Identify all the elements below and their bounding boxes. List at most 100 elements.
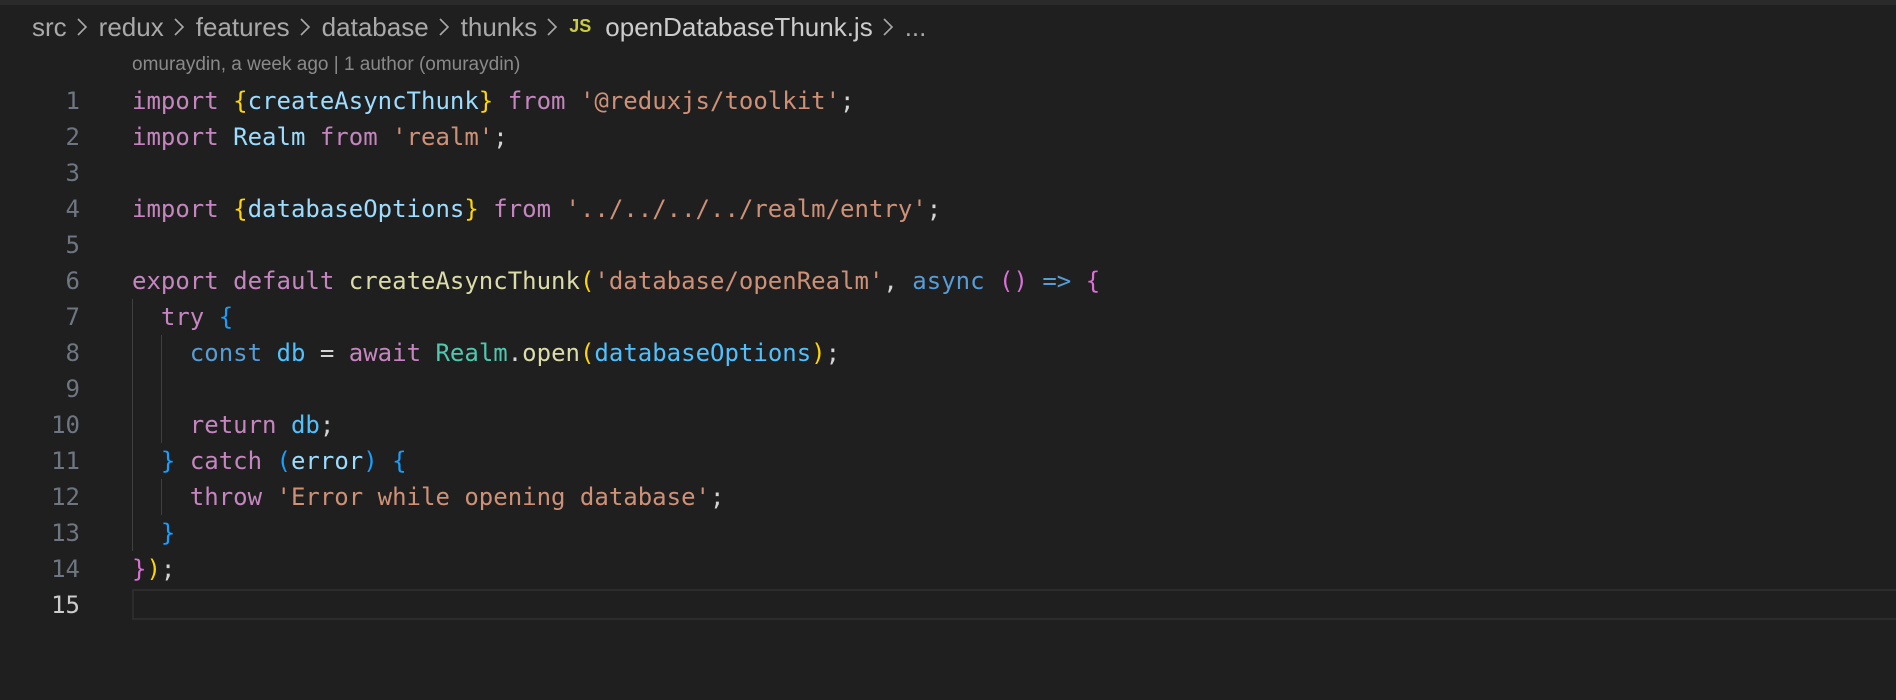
line-number[interactable]: 15 bbox=[0, 587, 80, 623]
breadcrumb: src redux features database thunks JS op… bbox=[32, 8, 926, 46]
line-number[interactable]: 4 bbox=[0, 191, 80, 227]
line-number[interactable]: 9 bbox=[0, 371, 80, 407]
editor-top-border bbox=[0, 0, 1896, 5]
code-token: createAsyncThunk bbox=[247, 87, 479, 115]
line-number[interactable]: 6 bbox=[0, 263, 80, 299]
code-token: await bbox=[348, 339, 422, 367]
code-line[interactable]: 11 } catch (error) { bbox=[0, 443, 1896, 479]
code-token: db bbox=[276, 339, 306, 367]
line-number[interactable]: 14 bbox=[0, 551, 80, 587]
code-line[interactable]: 12 throw 'Error while opening database'; bbox=[0, 479, 1896, 515]
code-line[interactable]: 3 bbox=[0, 155, 1896, 191]
code-token: = bbox=[305, 339, 349, 367]
code-line-content[interactable]: } catch (error) { bbox=[132, 443, 407, 479]
code-token: ) bbox=[363, 447, 378, 475]
code-line-content[interactable]: import {createAsyncThunk} from '@reduxjs… bbox=[132, 83, 855, 119]
breadcrumb-item-thunks[interactable]: thunks bbox=[461, 12, 538, 43]
code-line[interactable]: 6 export default createAsyncThunk('databa… bbox=[0, 263, 1896, 299]
line-number[interactable]: 13 bbox=[0, 515, 80, 551]
code-line-content[interactable]: try { bbox=[132, 299, 233, 335]
code-token: 'Error while opening database' bbox=[276, 483, 710, 511]
line-number[interactable]: 2 bbox=[0, 119, 80, 155]
code-token: ; bbox=[160, 555, 176, 583]
chevron-right-icon bbox=[299, 17, 311, 37]
code-line[interactable]: 1 import {createAsyncThunk} from '@reduxj… bbox=[0, 83, 1896, 119]
code-line-content[interactable]: export default createAsyncThunk('databas… bbox=[132, 263, 1100, 299]
code-line[interactable]: 14}); bbox=[0, 551, 1896, 587]
code-line-content[interactable]: return db; bbox=[132, 407, 335, 443]
code-line-content[interactable]: throw 'Error while opening database'; bbox=[132, 479, 725, 515]
code-line[interactable]: 13 } bbox=[0, 515, 1896, 551]
code-token: databaseOptions bbox=[594, 339, 812, 367]
code-token: import bbox=[132, 87, 219, 115]
code-token: ; bbox=[709, 483, 725, 511]
line-number[interactable]: 10 bbox=[0, 407, 80, 443]
code-line[interactable]: 9 bbox=[0, 371, 1896, 407]
code-line[interactable]: 15 bbox=[0, 587, 1896, 623]
code-editor[interactable]: src redux features database thunks JS op… bbox=[0, 0, 1896, 700]
breadcrumb-item-src[interactable]: src bbox=[32, 12, 67, 43]
code-token: import bbox=[132, 123, 219, 151]
code-line[interactable]: 2 import Realm from 'realm'; bbox=[0, 119, 1896, 155]
code-token: ; bbox=[319, 411, 335, 439]
code-token: const bbox=[189, 339, 263, 367]
code-token: Realm bbox=[435, 339, 508, 367]
code-token: { bbox=[218, 303, 234, 331]
code-token: } bbox=[160, 519, 176, 547]
code-token: } bbox=[160, 447, 176, 475]
code-token: 'database/openRealm' bbox=[594, 267, 884, 295]
code-token: ; bbox=[493, 123, 508, 151]
line-number[interactable]: 12 bbox=[0, 479, 80, 515]
breadcrumb-item-file[interactable]: openDatabaseThunk.js bbox=[605, 12, 872, 43]
code-token: , bbox=[883, 267, 913, 295]
code-line-content[interactable]: import Realm from 'realm'; bbox=[132, 119, 508, 155]
code-line-content[interactable]: const db = await Realm.open(databaseOpti… bbox=[132, 335, 840, 371]
breadcrumb-item-database[interactable]: database bbox=[322, 12, 429, 43]
code-line[interactable]: 7 try { bbox=[0, 299, 1896, 335]
chevron-right-icon bbox=[173, 17, 185, 37]
code-token: import bbox=[132, 195, 219, 223]
code-line[interactable]: 10 return db; bbox=[0, 407, 1896, 443]
current-line-highlight bbox=[132, 589, 1896, 620]
line-number[interactable]: 8 bbox=[0, 335, 80, 371]
code-line[interactable]: 8 const db = await Realm.open(databaseOp… bbox=[0, 335, 1896, 371]
code-line-content[interactable]: } bbox=[132, 515, 175, 551]
breadcrumb-symbols-ellipsis[interactable]: ... bbox=[905, 12, 927, 43]
line-number[interactable]: 3 bbox=[0, 155, 80, 191]
code-line-content[interactable]: }); bbox=[132, 551, 175, 587]
code-token: default bbox=[233, 267, 335, 295]
line-number[interactable]: 5 bbox=[0, 227, 80, 263]
code-token: { bbox=[392, 447, 407, 475]
chevron-right-icon bbox=[76, 17, 88, 37]
code-token: ) bbox=[146, 555, 161, 583]
line-number[interactable]: 1 bbox=[0, 83, 80, 119]
line-number[interactable]: 7 bbox=[0, 299, 80, 335]
code-token: createAsyncThunk bbox=[348, 267, 580, 295]
code-token: ( bbox=[579, 267, 595, 295]
code-area[interactable]: 1 import {createAsyncThunk} from '@reduxj… bbox=[0, 83, 1896, 623]
code-line[interactable]: 5 bbox=[0, 227, 1896, 263]
git-blame-codelens[interactable]: omuraydin, a week ago | 1 author (omuray… bbox=[132, 54, 520, 76]
code-line-content[interactable]: import {databaseOptions} from '../../../… bbox=[132, 191, 941, 227]
javascript-file-icon: JS bbox=[569, 15, 592, 36]
breadcrumb-item-redux[interactable]: redux bbox=[99, 12, 164, 43]
breadcrumb-item-features[interactable]: features bbox=[196, 12, 290, 43]
code-token: try bbox=[160, 303, 205, 331]
code-token: catch bbox=[189, 447, 263, 475]
line-number[interactable]: 11 bbox=[0, 443, 80, 479]
code-line[interactable]: 4 import {databaseOptions} from '../../..… bbox=[0, 191, 1896, 227]
